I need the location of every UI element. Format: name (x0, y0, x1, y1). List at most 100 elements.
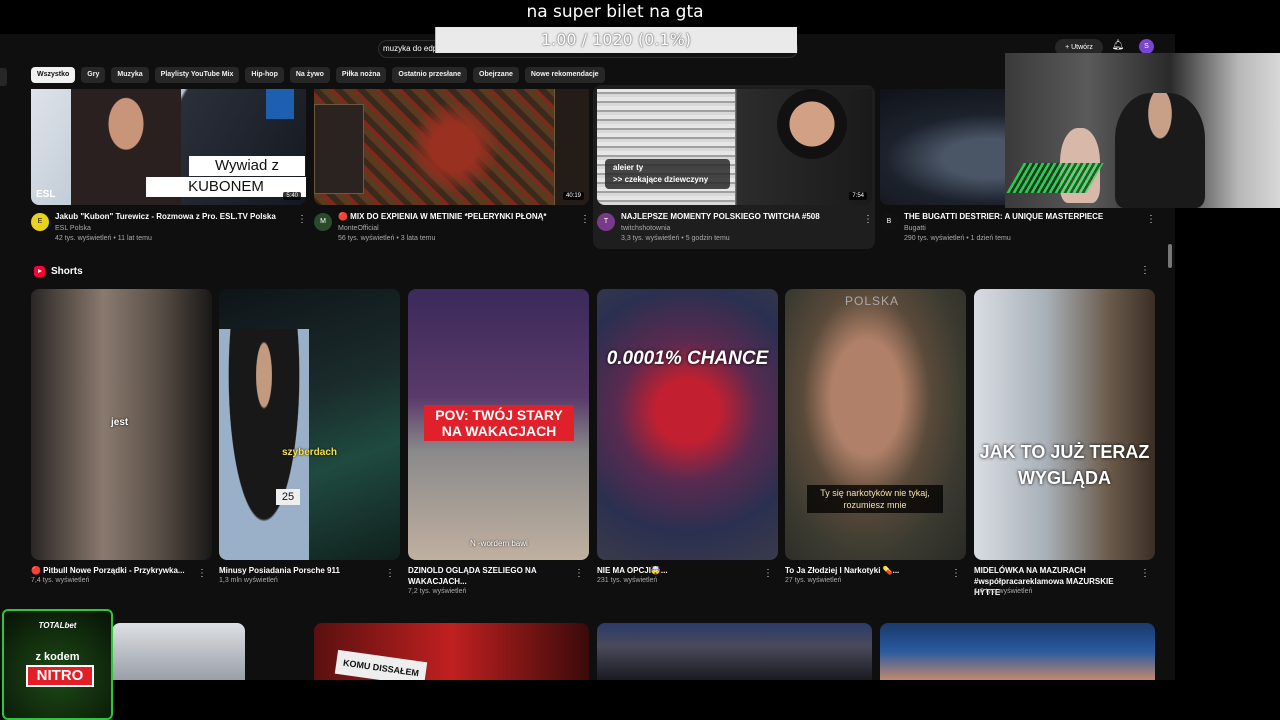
short-meta: 1,3 mln wyświetleń (219, 577, 278, 584)
more-icon[interactable]: ⋮ (951, 567, 961, 581)
channel-avatar[interactable]: B (880, 213, 898, 231)
chip-ostatnio[interactable]: Ostatnio przesłane (392, 67, 468, 83)
video-meta: 290 tys. wyświetleń • 1 dzień temu (904, 235, 1011, 242)
promo-brand: TOTALbet (38, 621, 77, 630)
corner-text: POLSKA (845, 294, 900, 308)
more-icon[interactable]: ⋮ (863, 213, 873, 227)
promo-code: NITRO (26, 665, 94, 687)
game-scene (404, 89, 504, 205)
chip-muzyka[interactable]: Muzyka (111, 67, 149, 83)
short-thumbnail[interactable]: POLSKA Ty się narkotyków nie tykaj, rozu… (785, 289, 966, 560)
video-channel[interactable]: twitchshotownia (621, 225, 670, 232)
chat-bubble: aleier ty >> czekające dziewczyny (605, 159, 730, 189)
video-title[interactable]: NAJLEPSZE MOMENTY POLSKIEGO TWITCHA #508 (621, 212, 861, 221)
more-icon[interactable]: ⋮ (1146, 213, 1156, 227)
esl-logo: ESL (36, 189, 56, 200)
short-overlay-text: POV: TWÓJ STARY NA WAKACJACH (424, 405, 574, 441)
person-image (219, 329, 309, 560)
chat-line: aleier ty (613, 163, 644, 172)
duration-badge: 40:19 (562, 192, 584, 200)
short-thumbnail[interactable]: szyberdach 25 (219, 289, 400, 560)
more-icon[interactable]: ⋮ (1140, 567, 1150, 581)
game-panel (314, 104, 364, 194)
video-title[interactable]: 🔴 MIX DO EXPIENIA W METINIE *PELERYNKI P… (338, 212, 578, 221)
youtube-page: muzyka do edp + Utwórz 🔔︎ S Wszystko Gry… (0, 34, 1175, 680)
more-icon[interactable]: ⋮ (197, 567, 207, 581)
short-overlay-text: jest (111, 417, 129, 428)
video-thumbnail[interactable]: Wywiad z KUBONEM ESL 5:40 (31, 89, 306, 205)
short-title[interactable]: To Ja Złodziej I Narkotyki 💊... (785, 565, 945, 576)
short-title[interactable]: NIE MA OPCJI🤯... (597, 565, 757, 576)
video-meta: 3,3 tys. wyświetleń • 5 godzin temu (621, 235, 730, 242)
more-icon[interactable]: ⋮ (580, 213, 590, 227)
promo-text: z kodem (35, 651, 80, 663)
chip-playlisty[interactable]: Playlisty YouTube Mix (154, 67, 240, 83)
video-channel[interactable]: Bugatti (904, 225, 926, 232)
shorts-more-icon[interactable]: ⋮ (1140, 264, 1150, 278)
short-overlay-text: JAK TO JUŻ TERAZ WYGLĄDA (979, 442, 1150, 488)
duration-badge: 5:40 (283, 192, 301, 200)
chip-na-zywo[interactable]: Na żywo (289, 67, 330, 83)
promo-banner[interactable]: TOTALbet z kodem NITRO (2, 609, 113, 720)
video-thumbnail[interactable] (880, 623, 1155, 680)
chip-wszystko[interactable]: Wszystko (31, 67, 76, 83)
channel-avatar[interactable]: M (314, 213, 332, 231)
shorts-header: Shorts (34, 263, 83, 279)
video-thumbnail[interactable]: aleier ty >> czekające dziewczyny 7:54 (597, 89, 872, 205)
video-title[interactable]: THE BUGATTI DESTRIER: A UNIQUE MASTERPIE… (904, 212, 1144, 221)
streamer-face (777, 89, 847, 159)
short-overlay-text: szyberdach (282, 447, 338, 458)
more-icon[interactable]: ⋮ (385, 567, 395, 581)
chip-pilka-nozna[interactable]: Piłka nożna (335, 67, 387, 83)
intel-badge (266, 89, 294, 119)
video-title[interactable]: Jakub "Kubon" Turewicz - Rozmowa z Pro. … (55, 212, 295, 221)
thumb-caption: KUBONEM (146, 177, 306, 197)
duration-badge: 7:54 (849, 192, 867, 200)
shorts-icon (34, 265, 45, 277)
goal-progress-text: 1.00 / 1020 (0.1%) (540, 30, 692, 49)
video-thumbnail[interactable]: KOMU DISSAŁEM (314, 623, 589, 680)
chip-gry[interactable]: Gry (81, 67, 106, 83)
more-icon[interactable]: ⋮ (574, 567, 584, 581)
webcam-person (1115, 93, 1205, 208)
video-thumbnail[interactable] (112, 623, 245, 680)
filter-chips: Wszystko Gry Muzyka Playlisty YouTube Mi… (31, 67, 605, 83)
chip-nowe[interactable]: Nowe rekomendacje (524, 67, 605, 83)
short-overlay-text: Ty się narkotyków nie tykaj, rozumiesz m… (807, 485, 943, 513)
video-thumbnail[interactable]: 40:19 (314, 89, 589, 205)
short-subtitle: N -wordem bawi (470, 539, 528, 548)
video-thumbnail[interactable] (597, 623, 872, 680)
video-meta: 42 tys. wyświetleń • 11 lat temu (55, 235, 152, 242)
thumb-caption: KOMU DISSAŁEM (334, 649, 428, 680)
sidebar-edge (0, 68, 7, 86)
avatar[interactable]: S (1139, 39, 1154, 54)
short-meta: 7,2 tys. wyświetleń (408, 588, 467, 595)
short-title[interactable]: Minusy Posiadania Porsche 911 (219, 565, 379, 576)
short-thumbnail[interactable]: JAK TO JUŻ TERAZ WYGLĄDA (974, 289, 1155, 560)
bell-icon[interactable]: 🔔︎ (1111, 39, 1125, 53)
channel-avatar[interactable]: E (31, 213, 49, 231)
license-plate: 25 (276, 489, 300, 505)
chip-hiphop[interactable]: Hip-hop (245, 67, 284, 83)
short-title[interactable]: DZINOLD OGLĄDA SZELIEGO NA WAKACJACH... (408, 565, 568, 587)
short-thumbnail[interactable]: 0.0001% CHANCE (597, 289, 778, 560)
overlay-title: na super bilet na gta (526, 2, 704, 22)
short-thumbnail[interactable]: POV: TWÓJ STARY NA WAKACJACH N -wordem b… (408, 289, 589, 560)
short-meta: 1,6 tys. wyświetleń (974, 588, 1033, 595)
shorts-title: Shorts (51, 265, 83, 277)
chip-obejrzane[interactable]: Obejrzane (473, 67, 519, 83)
video-channel[interactable]: MonteOfficial (338, 225, 379, 232)
chat-line: >> czekające dziewczyny (613, 175, 709, 184)
game-inventory (554, 89, 589, 205)
short-title[interactable]: 🔴 Pitbull Nowe Porządki - Przykrywka... (31, 565, 191, 576)
scrollbar[interactable] (1168, 244, 1172, 268)
video-channel[interactable]: ESL Polska (55, 225, 91, 232)
channel-avatar[interactable]: T (597, 213, 615, 231)
short-meta: 27 tys. wyświetleń (785, 577, 842, 584)
short-overlay-text: 0.0001% CHANCE (606, 348, 769, 369)
short-meta: 7,4 tys. wyświetleń (31, 577, 90, 584)
more-icon[interactable]: ⋮ (297, 213, 307, 227)
more-icon[interactable]: ⋮ (763, 567, 773, 581)
short-thumbnail[interactable]: jest (31, 289, 212, 560)
video-meta: 56 tys. wyświetleń • 3 lata temu (338, 235, 436, 242)
